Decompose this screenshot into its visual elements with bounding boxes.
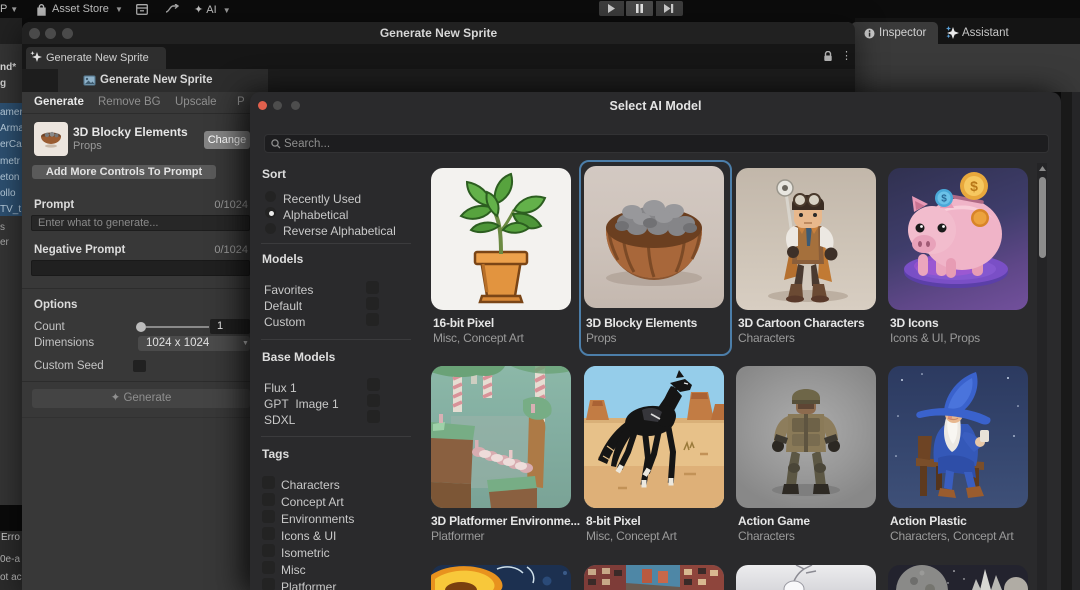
- svg-text:$: $: [970, 178, 978, 194]
- svg-text:$: $: [941, 194, 947, 205]
